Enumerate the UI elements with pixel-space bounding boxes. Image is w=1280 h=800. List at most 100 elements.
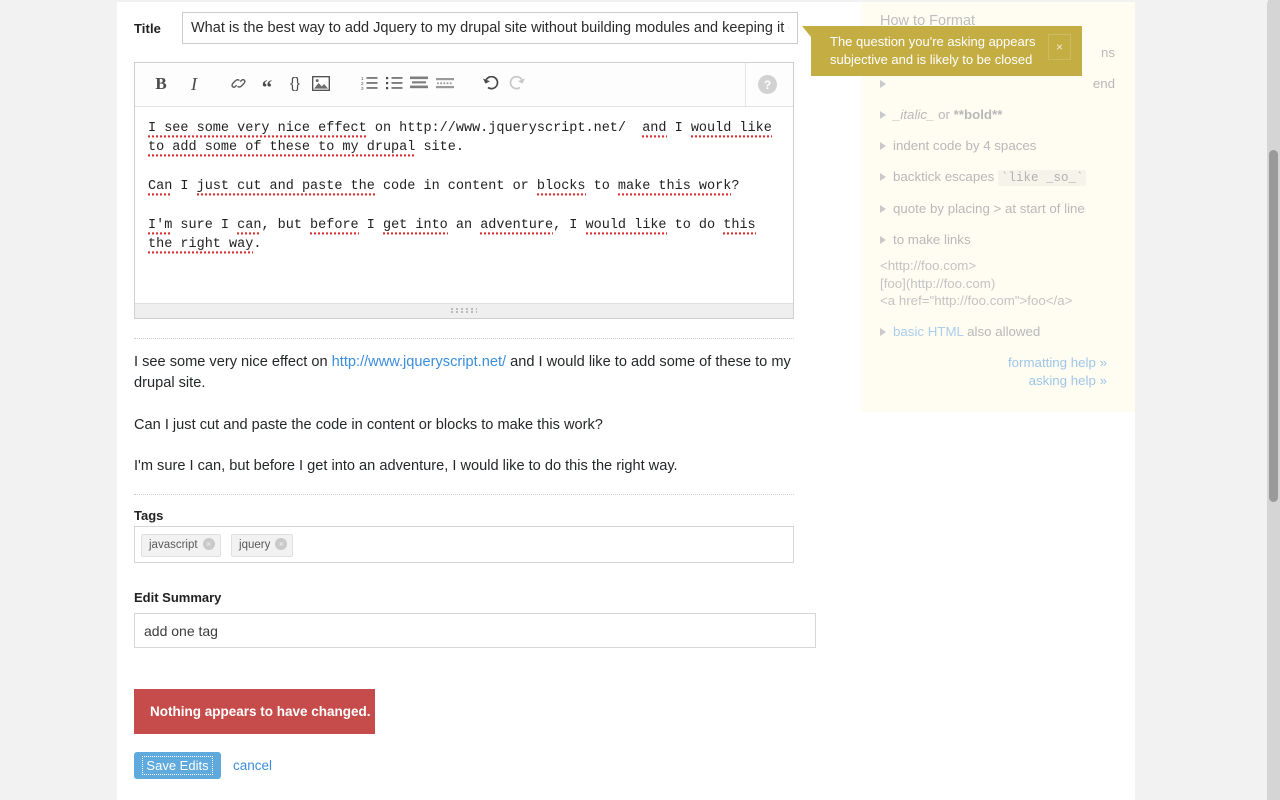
title-label: Title xyxy=(134,21,161,36)
save-edits-label: Save Edits xyxy=(142,756,213,775)
format-tip-text: indent code by 4 spaces xyxy=(893,138,1037,153)
preview-paragraph: I'm sure I can, but before I get into an… xyxy=(134,458,678,474)
link-syntax-examples: <http://foo.com> [foo](http://foo.com) <… xyxy=(880,257,1121,310)
editor-toolbar: B I “ {} 1 2 3 ? xyxy=(135,63,793,107)
popup-close-icon[interactable]: × xyxy=(1048,34,1071,60)
format-tip-bold: **bold** xyxy=(953,107,1003,122)
format-tip-text: quote by placing > at start of line xyxy=(893,201,1085,216)
basic-html-link[interactable]: basic HTML xyxy=(893,324,963,339)
format-tip-item: _italic_ or **bold** xyxy=(871,106,1121,124)
editor-text-run: ? xyxy=(731,179,740,195)
image-icon[interactable] xyxy=(309,72,333,96)
editor-text-run: to xyxy=(585,179,618,195)
editor-textarea[interactable]: I see some very nice effect on http://ww… xyxy=(135,107,793,303)
formatting-help-link[interactable]: formatting help » xyxy=(871,354,1107,372)
editor-text-run: to add some of these to my drupal xyxy=(148,140,416,158)
toolbar-divider xyxy=(745,63,746,106)
editor-text-run: an xyxy=(447,218,481,234)
preview-paragraph: Can I just cut and paste the code in con… xyxy=(134,416,603,433)
editor-text-run: , I xyxy=(553,218,586,234)
tag-chip[interactable]: javascript × xyxy=(141,534,221,557)
unordered-list-icon[interactable] xyxy=(382,72,406,96)
tags-label: Tags xyxy=(134,508,164,523)
tag-label: javascript xyxy=(149,539,198,551)
format-tip-item: basic HTML also allowed xyxy=(871,323,1121,341)
horizontal-rule-icon[interactable] xyxy=(433,72,457,96)
editor-text-run: on http://www.jqueryscript.net/ xyxy=(366,121,643,136)
page-root: Title B I “ {} xyxy=(0,0,1280,800)
editor-text-run: I xyxy=(666,121,691,136)
undo-icon[interactable] xyxy=(479,72,503,96)
tag-remove-icon[interactable]: × xyxy=(275,538,288,550)
editor-text-run: the right way xyxy=(148,237,254,255)
popup-message: The question you're asking appears subje… xyxy=(830,34,1036,67)
italic-button[interactable]: I xyxy=(182,72,206,96)
format-tip-code: `like _so_` xyxy=(997,170,1087,186)
quote-button[interactable]: “ xyxy=(255,72,279,99)
editor-text-run: just cut and paste the xyxy=(196,179,375,197)
editor-text-run: to do xyxy=(666,218,724,234)
save-edits-button[interactable]: Save Edits xyxy=(134,752,221,779)
title-input[interactable] xyxy=(182,12,798,44)
format-tip-item: quote by placing > at start of line xyxy=(871,200,1121,218)
editor-text-run: and xyxy=(642,121,667,138)
format-tip-item: backtick escapes `like _so_` xyxy=(871,168,1121,187)
top-edge xyxy=(0,0,1268,2)
editor-text-run: I see some very nice effect xyxy=(148,121,367,138)
right-gutter xyxy=(1135,0,1268,800)
preview-paragraph: I see some very nice effect on http://ww… xyxy=(134,352,796,394)
scrollbar-thumb[interactable] xyxy=(1269,150,1278,502)
editor-text-run: blocks xyxy=(536,179,586,197)
editor-text-run: I'm xyxy=(148,218,173,236)
format-tip-text: or xyxy=(934,107,954,122)
code-button[interactable]: {} xyxy=(283,72,307,96)
tag-chip[interactable]: jquery × xyxy=(231,534,294,557)
format-tip-item: indent code by 4 spaces xyxy=(871,137,1121,155)
format-tips-list-2: basic HTML also allowed xyxy=(871,323,1121,341)
format-tip-item: end xyxy=(871,75,1121,93)
editor-text-run: make this work xyxy=(617,179,732,197)
editor-text-run: Can xyxy=(148,179,173,197)
page-scrollbar[interactable] xyxy=(1267,0,1280,800)
preview-text: I see some very nice effect on xyxy=(134,354,332,370)
tag-label: jquery xyxy=(239,539,271,551)
tag-remove-icon[interactable]: × xyxy=(202,538,215,550)
editor-resize-handle[interactable] xyxy=(135,303,793,318)
svg-text:?: ? xyxy=(764,78,771,92)
link-example: <http://foo.com> xyxy=(880,258,977,273)
editor-text-run: . xyxy=(253,237,262,253)
link-icon[interactable] xyxy=(226,72,250,96)
cancel-link[interactable]: cancel xyxy=(233,758,272,773)
edit-summary-input[interactable] xyxy=(134,613,816,648)
editor-text-run: adventure xyxy=(480,218,554,236)
editor-text-run: would like xyxy=(690,121,772,138)
heading-icon[interactable] xyxy=(407,72,431,96)
editor-text-run: get into xyxy=(382,218,448,236)
editor-text-run: , but xyxy=(261,218,311,234)
preview-link[interactable]: http://www.jqueryscript.net/ xyxy=(332,354,506,370)
sidebar-footer-links: formatting help » asking help » xyxy=(871,354,1121,390)
tags-input[interactable]: javascript × jquery × xyxy=(134,526,794,563)
ordered-list-icon[interactable]: 123 xyxy=(357,72,381,96)
help-icon[interactable]: ? xyxy=(758,75,777,94)
bold-button[interactable]: B xyxy=(149,72,173,96)
redo-icon[interactable] xyxy=(505,72,529,96)
editor-text-run: I xyxy=(172,179,197,195)
error-banner: Nothing appears to have changed. xyxy=(134,689,375,734)
editor-text-run: would like xyxy=(585,218,667,236)
format-tip-text: also allowed xyxy=(963,323,1041,339)
format-tip-text: backtick escapes xyxy=(893,169,998,184)
editor-text-run: site. xyxy=(415,140,464,156)
editor-text-run: this xyxy=(723,218,756,236)
link-example: <a href="http://foo.com">foo</a> xyxy=(880,293,1073,308)
format-tip-text: to make links xyxy=(893,232,971,247)
svg-text:3: 3 xyxy=(361,86,364,90)
asking-help-link[interactable]: asking help » xyxy=(871,372,1107,390)
format-tip-text: ns xyxy=(1100,45,1115,60)
editor-text-run: I xyxy=(358,218,383,234)
edit-summary-label: Edit Summary xyxy=(134,590,222,605)
markdown-preview: I see some very nice effect on http://ww… xyxy=(134,352,796,498)
subjective-question-popup: The question you're asking appears subje… xyxy=(802,26,1082,76)
divider-above-preview xyxy=(134,338,794,339)
title-row: Title xyxy=(134,12,798,46)
